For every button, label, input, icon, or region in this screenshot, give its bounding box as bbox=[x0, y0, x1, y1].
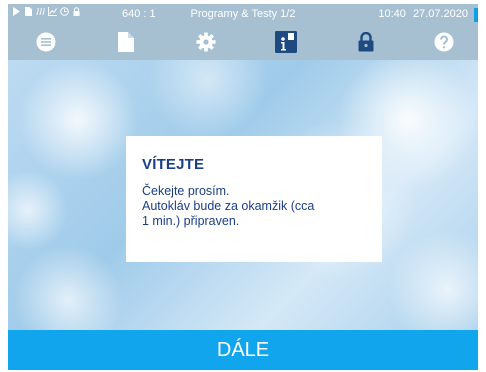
dialog-line: Čekejte prosím. bbox=[142, 184, 230, 198]
time: 10:40 bbox=[378, 8, 406, 20]
document-icon bbox=[118, 32, 134, 52]
gear-icon bbox=[196, 32, 216, 52]
menu-button[interactable] bbox=[26, 24, 66, 60]
info-button[interactable] bbox=[266, 24, 306, 60]
help-icon bbox=[434, 32, 454, 52]
welcome-dialog: VÍTEJTE Čekejte prosím. Autokláv bude za… bbox=[126, 136, 382, 262]
background-area: VÍTEJTE Čekejte prosím. Autokláv bude za… bbox=[8, 60, 478, 330]
datetime: 10:40 27.07.2020 bbox=[378, 8, 468, 20]
documents-button[interactable] bbox=[106, 24, 146, 60]
dialog-heading: VÍTEJTE bbox=[142, 156, 205, 173]
settings-button[interactable] bbox=[186, 24, 226, 60]
menu-icon bbox=[36, 32, 56, 52]
lock-button[interactable] bbox=[346, 24, 386, 60]
lock-icon bbox=[358, 32, 374, 52]
toolbar bbox=[8, 24, 478, 60]
info-icon bbox=[275, 31, 297, 53]
status-indicator bbox=[474, 8, 478, 22]
dialog-line: 1 min.) připraven. bbox=[142, 214, 240, 228]
status-bar: 640 : 1 Programy & Testy 1/2 10:40 27.07… bbox=[8, 4, 478, 24]
continue-button[interactable]: DÁLE bbox=[8, 330, 478, 370]
date: 27.07.2020 bbox=[412, 8, 468, 20]
help-button[interactable] bbox=[424, 24, 464, 60]
screen: 640 : 1 Programy & Testy 1/2 10:40 27.07… bbox=[8, 4, 478, 370]
dialog-line: Autokláv bude za okamžik (cca bbox=[142, 199, 315, 213]
